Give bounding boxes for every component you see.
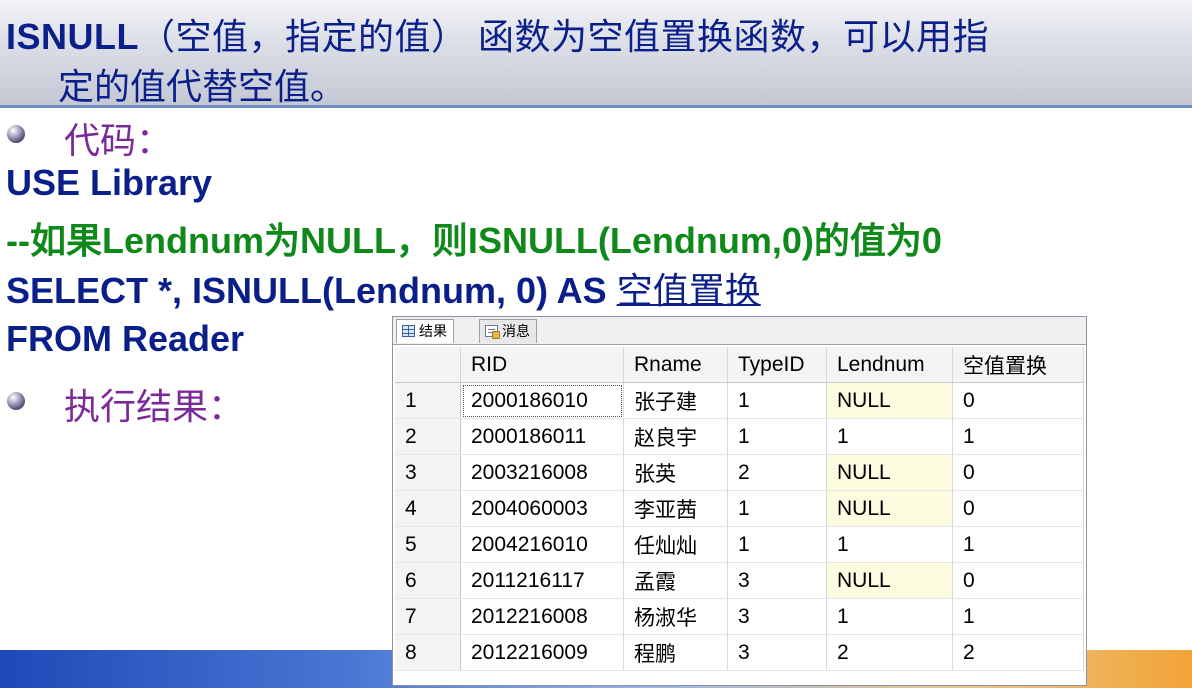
lendnum-cell[interactable]: 1: [826, 526, 953, 563]
row-number-cell[interactable]: 4: [395, 490, 461, 527]
rid-cell[interactable]: 2000186010: [460, 382, 624, 419]
code-select-alias: 空值置换: [616, 270, 761, 311]
lendnum-cell[interactable]: NULL: [826, 454, 953, 491]
null-replaced-cell[interactable]: 1: [952, 418, 1084, 455]
rid-cell[interactable]: 2012216008: [460, 598, 624, 635]
rname-cell[interactable]: 赵良宇: [623, 418, 728, 455]
rid-cell[interactable]: 2011216117: [460, 562, 624, 599]
table-row[interactable]: 1 2000186010 张子建 1 NULL 0: [395, 382, 1084, 419]
row-number-cell[interactable]: 3: [395, 454, 461, 491]
null-replaced-cell[interactable]: 0: [952, 454, 1084, 491]
slide-title-line-1: ISNULL（空值，指定的值） 函数为空值置换函数，可以用指: [6, 8, 989, 60]
typeid-cell[interactable]: 3: [727, 562, 827, 599]
rname-cell[interactable]: 程鹏: [623, 634, 728, 671]
rname-cell[interactable]: 李亚茜: [623, 490, 728, 527]
column-header-null-replaced[interactable]: 空值置换: [952, 347, 1084, 383]
results-tab-strip: 结果 消息: [393, 317, 1086, 345]
code-line-comment: --如果Lendnum为NULL，则ISNULL(Lendnum,0)的值为0: [6, 220, 942, 261]
bullet-icon: [7, 125, 25, 143]
lendnum-cell[interactable]: NULL: [826, 562, 953, 599]
rid-cell[interactable]: 2000186011: [460, 418, 624, 455]
code-label: 代码：: [64, 120, 173, 161]
table-row[interactable]: 4 2004060003 李亚茜 1 NULL 0: [395, 490, 1084, 527]
table-row[interactable]: 8 2012216009 程鹏 3 2 2: [395, 634, 1084, 671]
results-pane: 结果 消息 RID Rname TypeID Lendnum 空值置换 1 200…: [392, 316, 1087, 686]
row-number-cell[interactable]: 1: [395, 382, 461, 419]
null-replaced-cell[interactable]: 2: [952, 634, 1084, 671]
table-row[interactable]: 2 2000186011 赵良宇 1 1 1: [395, 418, 1084, 455]
results-table: RID Rname TypeID Lendnum 空值置换 1 200018601…: [395, 347, 1084, 671]
rid-cell[interactable]: 2012216009: [460, 634, 624, 671]
lendnum-cell[interactable]: 1: [826, 418, 953, 455]
slide-title-text: （空值，指定的值） 函数为空值置换函数，可以用指: [139, 16, 990, 57]
row-number-cell[interactable]: 2: [395, 418, 461, 455]
lendnum-cell[interactable]: 2: [826, 634, 953, 671]
typeid-cell[interactable]: 3: [727, 634, 827, 671]
typeid-cell[interactable]: 1: [727, 418, 827, 455]
slide-title-keyword: ISNULL: [6, 16, 139, 57]
typeid-cell[interactable]: 1: [727, 526, 827, 563]
bullet-icon: [7, 392, 25, 410]
column-header-rownum: [395, 347, 461, 383]
rid-cell[interactable]: 2004060003: [460, 490, 624, 527]
slide-title-line-2: 定的值代替空值。: [58, 66, 347, 107]
code-select-text: SELECT *, ISNULL(Lendnum, 0) AS: [6, 270, 617, 311]
lendnum-cell[interactable]: 1: [826, 598, 953, 635]
table-row[interactable]: 7 2012216008 杨淑华 3 1 1: [395, 598, 1084, 635]
row-number-cell[interactable]: 7: [395, 598, 461, 635]
table-header-row: RID Rname TypeID Lendnum 空值置换: [395, 347, 1084, 383]
message-icon: [485, 325, 500, 339]
column-header-rid[interactable]: RID: [460, 347, 624, 383]
null-replaced-cell[interactable]: 1: [952, 598, 1084, 635]
rname-cell[interactable]: 张子建: [623, 382, 728, 419]
column-header-typeid[interactable]: TypeID: [727, 347, 827, 383]
null-replaced-cell[interactable]: 0: [952, 382, 1084, 419]
null-replaced-cell[interactable]: 1: [952, 526, 1084, 563]
rname-cell[interactable]: 张英: [623, 454, 728, 491]
tab-results[interactable]: 结果: [396, 319, 454, 343]
lendnum-cell[interactable]: NULL: [826, 382, 953, 419]
code-line-from: FROM Reader: [6, 318, 245, 359]
typeid-cell[interactable]: 3: [727, 598, 827, 635]
tab-results-label: 结果: [419, 323, 447, 339]
slide-title-banner: ISNULL（空值，指定的值） 函数为空值置换函数，可以用指 定的值代替空值。: [0, 0, 1192, 108]
table-row[interactable]: 3 2003216008 张英 2 NULL 0: [395, 454, 1084, 491]
tab-messages[interactable]: 消息: [479, 319, 537, 343]
result-label: 执行结果：: [64, 386, 245, 427]
code-line-select: SELECT *, ISNULL(Lendnum, 0) AS 空值置换: [6, 262, 761, 314]
lendnum-cell[interactable]: NULL: [826, 490, 953, 527]
row-number-cell[interactable]: 5: [395, 526, 461, 563]
typeid-cell[interactable]: 1: [727, 490, 827, 527]
table-row[interactable]: 5 2004216010 任灿灿 1 1 1: [395, 526, 1084, 563]
row-number-cell[interactable]: 6: [395, 562, 461, 599]
rname-cell[interactable]: 任灿灿: [623, 526, 728, 563]
typeid-cell[interactable]: 1: [727, 382, 827, 419]
rname-cell[interactable]: 孟霞: [623, 562, 728, 599]
typeid-cell[interactable]: 2: [727, 454, 827, 491]
rid-cell[interactable]: 2004216010: [460, 526, 624, 563]
column-header-lendnum[interactable]: Lendnum: [826, 347, 953, 383]
rid-cell[interactable]: 2003216008: [460, 454, 624, 491]
table-row[interactable]: 6 2011216117 孟霞 3 NULL 0: [395, 562, 1084, 599]
null-replaced-cell[interactable]: 0: [952, 490, 1084, 527]
row-number-cell[interactable]: 8: [395, 634, 461, 671]
null-replaced-cell[interactable]: 0: [952, 562, 1084, 599]
rname-cell[interactable]: 杨淑华: [623, 598, 728, 635]
code-line-use: USE Library: [6, 162, 213, 203]
tab-messages-label: 消息: [502, 323, 530, 339]
grid-icon: [402, 325, 415, 337]
column-header-rname[interactable]: Rname: [623, 347, 728, 383]
